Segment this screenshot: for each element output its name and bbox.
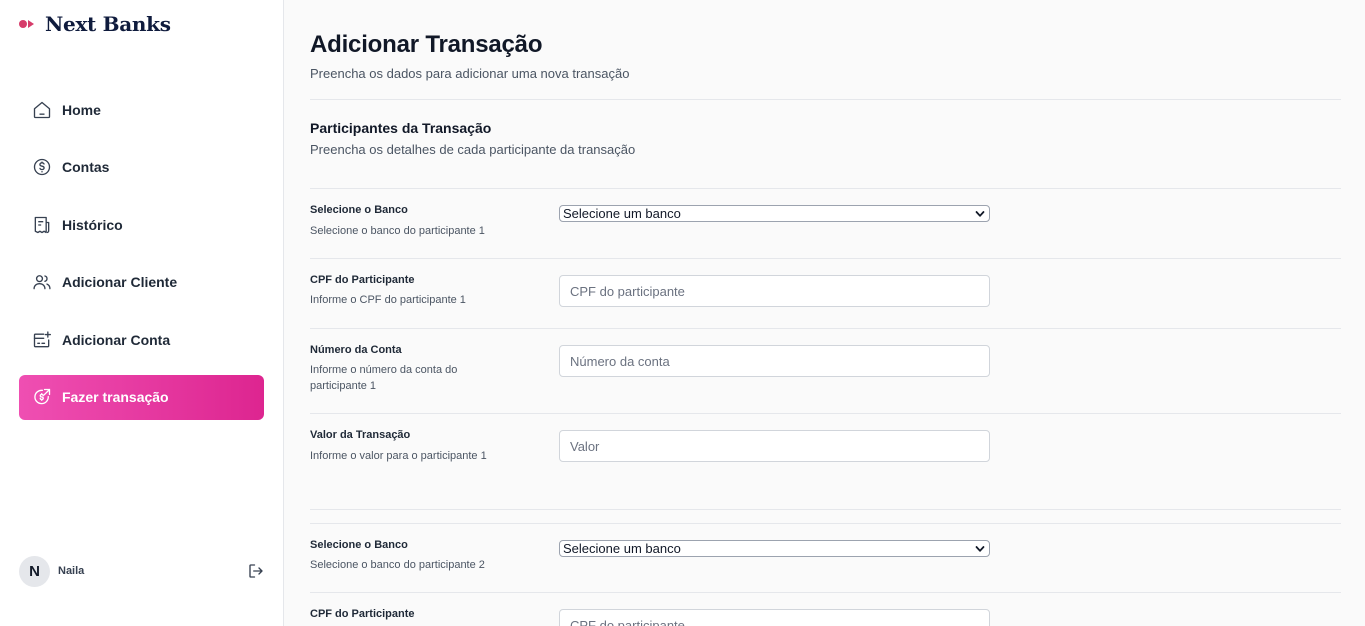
sidebar-nav: Home Contas Histórico Adicionar Cliente …	[19, 87, 264, 433]
users-icon	[33, 275, 51, 290]
chevron-down-icon	[975, 546, 985, 552]
user-profile: N Naila	[19, 555, 265, 587]
sidebar-item-label: Contas	[62, 159, 110, 176]
cpf-input-2[interactable]: CPF do participante	[559, 609, 990, 626]
sidebar-item-label: Adicionar Cliente	[62, 274, 178, 291]
bank-help-1: Selecione o banco do participante 1	[310, 225, 485, 237]
brand-name: Next Banks	[45, 12, 171, 36]
divider	[310, 258, 1341, 259]
card-add-icon	[33, 331, 51, 348]
sidebar-item-historico[interactable]: Histórico	[19, 202, 264, 247]
bank-select-1[interactable]: Selecione um banco	[559, 205, 990, 222]
account-help-1: Informe o número da conta do participant…	[310, 364, 458, 392]
sidebar-item-label: Fazer transação	[62, 389, 169, 406]
sidebar-item-adicionar-cliente[interactable]: Adicionar Cliente	[19, 260, 264, 305]
cpf-help-1: Informe o CPF do participante 1	[310, 294, 466, 306]
home-icon	[33, 101, 51, 118]
cpf-placeholder: CPF do participante	[570, 283, 685, 299]
sidebar-item-contas[interactable]: Contas	[19, 145, 264, 190]
section-subtitle: Preencha os detalhes de cada participant…	[310, 142, 636, 157]
sidebar-item-home[interactable]: Home	[19, 87, 264, 132]
value-placeholder: Valor	[570, 438, 600, 454]
sidebar-item-label: Histórico	[62, 216, 123, 233]
bank-select-value: Selecione um banco	[563, 541, 681, 556]
account-label-1: Número da Conta	[310, 344, 402, 356]
divider	[310, 188, 1341, 189]
logout-icon[interactable]	[247, 562, 265, 580]
bank-select-2[interactable]: Selecione um banco	[559, 540, 990, 557]
sidebar: Next Banks Home Contas Histórico Adicion…	[0, 0, 284, 626]
sidebar-item-adicionar-conta[interactable]: Adicionar Conta	[19, 317, 264, 362]
coin-transfer-icon	[34, 389, 51, 405]
account-placeholder: Número da conta	[570, 353, 670, 369]
value-label-1: Valor da Transação	[310, 429, 411, 441]
bank-label-1: Selecione o Banco	[310, 204, 408, 216]
user-name: Naila	[58, 565, 85, 577]
divider	[310, 523, 1341, 524]
divider	[310, 99, 1341, 100]
dollar-circle-icon	[33, 158, 51, 176]
cpf-label-2: CPF do Participante	[310, 608, 415, 620]
account-input-1[interactable]: Número da conta	[559, 345, 990, 377]
receipt-icon	[34, 216, 50, 233]
cpf-placeholder: CPF do participante	[570, 617, 685, 626]
bank-label-2: Selecione o Banco	[310, 539, 408, 551]
chevron-down-icon	[975, 211, 985, 217]
page-title: Adicionar Transação	[310, 31, 543, 58]
divider	[310, 592, 1341, 593]
sidebar-item-fazer-transacao[interactable]: Fazer transação	[19, 374, 264, 420]
page-subtitle: Preencha os dados para adicionar uma nov…	[310, 66, 630, 81]
bank-help-2: Selecione o banco do participante 2	[310, 559, 485, 571]
sidebar-item-label: Adicionar Conta	[62, 331, 171, 348]
brand-mark-icon	[18, 18, 38, 30]
value-input-1[interactable]: Valor	[559, 430, 990, 462]
sidebar-item-label: Home	[62, 101, 101, 118]
divider	[310, 413, 1341, 414]
avatar[interactable]: N	[19, 555, 50, 587]
value-help-1: Informe o valor para o participante 1	[310, 450, 487, 462]
brand-logo[interactable]: Next Banks	[18, 12, 171, 36]
main-content: Adicionar Transação Preencha os dados pa…	[310, 0, 1341, 626]
divider	[310, 509, 1341, 510]
divider	[310, 328, 1341, 329]
cpf-input-1[interactable]: CPF do participante	[559, 275, 990, 307]
section-title: Participantes da Transação	[310, 120, 492, 136]
bank-select-value: Selecione um banco	[563, 206, 681, 221]
cpf-label-1: CPF do Participante	[310, 274, 415, 286]
